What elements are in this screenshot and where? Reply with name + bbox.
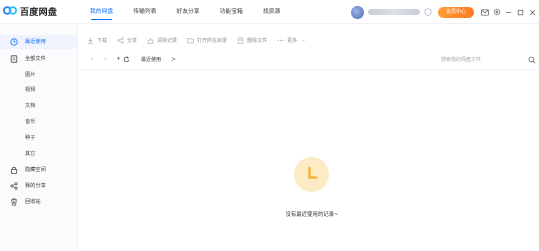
sidebar-item-others[interactable]: 其它 (0, 147, 78, 161)
path-bar: ‹ › ▾ 最近使用 > (79, 52, 539, 70)
nav-my-netdisk[interactable]: 我的网盘 (90, 0, 113, 24)
clear-records-label: 清除记录 (157, 37, 178, 44)
window-controls (477, 6, 537, 18)
nav-transfer-list[interactable]: 传输列表 (133, 0, 156, 24)
file-icon (10, 55, 18, 63)
settings-icon[interactable] (492, 8, 501, 17)
search-icon[interactable] (528, 56, 536, 64)
download-button[interactable]: 下载 (87, 37, 107, 44)
sidebar-item-label: 文档 (25, 103, 36, 109)
folder-icon (187, 37, 194, 43)
empty-state-message: 没有最近使用的记录~ (285, 212, 339, 218)
sidebar-item-label: 种子 (25, 135, 36, 141)
breadcrumb-arrow: > (171, 56, 177, 63)
lock-icon (10, 166, 18, 174)
nav-find-resources[interactable]: 找资源 (263, 0, 280, 24)
trash-icon (11, 198, 17, 206)
delete-icon (237, 37, 244, 44)
share-label: 分享 (127, 37, 138, 44)
sidebar-item-recent[interactable]: 最近使用 (0, 35, 78, 49)
refresh-icon[interactable] (123, 56, 130, 63)
clock-icon (10, 38, 18, 46)
nav-toolbox[interactable]: 功能宝箱 (220, 0, 243, 24)
close-icon[interactable] (528, 8, 537, 17)
sidebar: 最近使用 全部文件 图片 视频 文档 音乐 种子 其它 隐藏空间 我的分享 回收… (0, 25, 78, 251)
delete-file-label: 删除文件 (247, 37, 268, 44)
broom-icon (147, 37, 154, 44)
delete-file-button[interactable]: 删除文件 (237, 37, 267, 44)
username-blurred[interactable] (368, 9, 420, 15)
sidebar-item-images[interactable]: 图片 (0, 68, 78, 82)
sidebar-item-music[interactable]: 音乐 (0, 115, 78, 129)
open-folder-button[interactable]: 打开所在目录 (187, 37, 227, 44)
sidebar-item-label: 音乐 (25, 119, 36, 125)
chevron-down-icon (301, 39, 306, 42)
nav-friend-share[interactable]: 好友分享 (176, 0, 199, 24)
back-arrow-icon[interactable]: ‹ (87, 55, 96, 64)
download-icon (88, 37, 93, 44)
avatar[interactable] (351, 5, 364, 19)
divider (79, 69, 539, 70)
sidebar-item-label: 其它 (25, 151, 36, 157)
empty-state-clock-icon (294, 157, 329, 192)
more-dots-icon (277, 39, 284, 41)
mail-icon[interactable] (480, 8, 489, 17)
breadcrumb[interactable]: 最近使用 (141, 52, 161, 68)
search-input[interactable] (441, 54, 531, 66)
member-center-button[interactable]: 会员中心 (438, 6, 474, 18)
maximize-icon[interactable] (516, 8, 525, 17)
sidebar-item-label: 全部文件 (25, 56, 46, 62)
sidebar-item-documents[interactable]: 文档 (0, 99, 78, 113)
sidebar-item-label: 最近使用 (25, 39, 46, 45)
app-title: 百度网盘 (20, 8, 58, 18)
sidebar-item-label: 我的分享 (25, 183, 46, 189)
sidebar-item-hidden-space[interactable]: 隐藏空间 (0, 163, 78, 177)
sidebar-item-my-shares[interactable]: 我的分享 (0, 179, 78, 193)
sidebar-item-all-files[interactable]: 全部文件 (0, 52, 78, 66)
open-folder-label: 打开所在目录 (197, 37, 228, 44)
clear-records-button[interactable]: 清除记录 (147, 37, 177, 44)
share-icon (10, 182, 18, 190)
sidebar-item-label: 回收站 (25, 199, 41, 205)
sidebar-item-label: 隐藏空间 (25, 167, 46, 173)
file-toolbar: 下载 分享 清除记录 打开所在目录 删除文件 更多 (79, 32, 311, 48)
baidu-netdisk-logo (3, 6, 17, 15)
vip-shield-icon[interactable] (424, 8, 432, 16)
main-nav: 我的网盘 传输列表 好友分享 功能宝箱 找资源 (90, 0, 300, 24)
minimize-icon[interactable] (504, 8, 513, 17)
share-button[interactable]: 分享 (117, 36, 138, 44)
title-bar: 百度网盘 我的网盘 传输列表 好友分享 功能宝箱 找资源 会员中心 (0, 0, 539, 24)
sidebar-item-label: 视频 (25, 87, 36, 93)
sidebar-item-recycle-bin[interactable]: 回收站 (0, 195, 78, 209)
more-label: 更多 (287, 37, 298, 44)
sidebar-item-label: 图片 (25, 72, 36, 78)
dropdown-arrow-icon[interactable]: ▾ (114, 55, 123, 64)
share-icon (117, 36, 124, 44)
more-button[interactable]: 更多 (277, 37, 309, 44)
sidebar-item-videos[interactable]: 视频 (0, 83, 78, 97)
forward-arrow-icon[interactable]: › (101, 55, 110, 64)
download-label: 下载 (97, 37, 108, 44)
user-area: 会员中心 (351, 4, 474, 20)
sidebar-item-torrents[interactable]: 种子 (0, 131, 78, 145)
